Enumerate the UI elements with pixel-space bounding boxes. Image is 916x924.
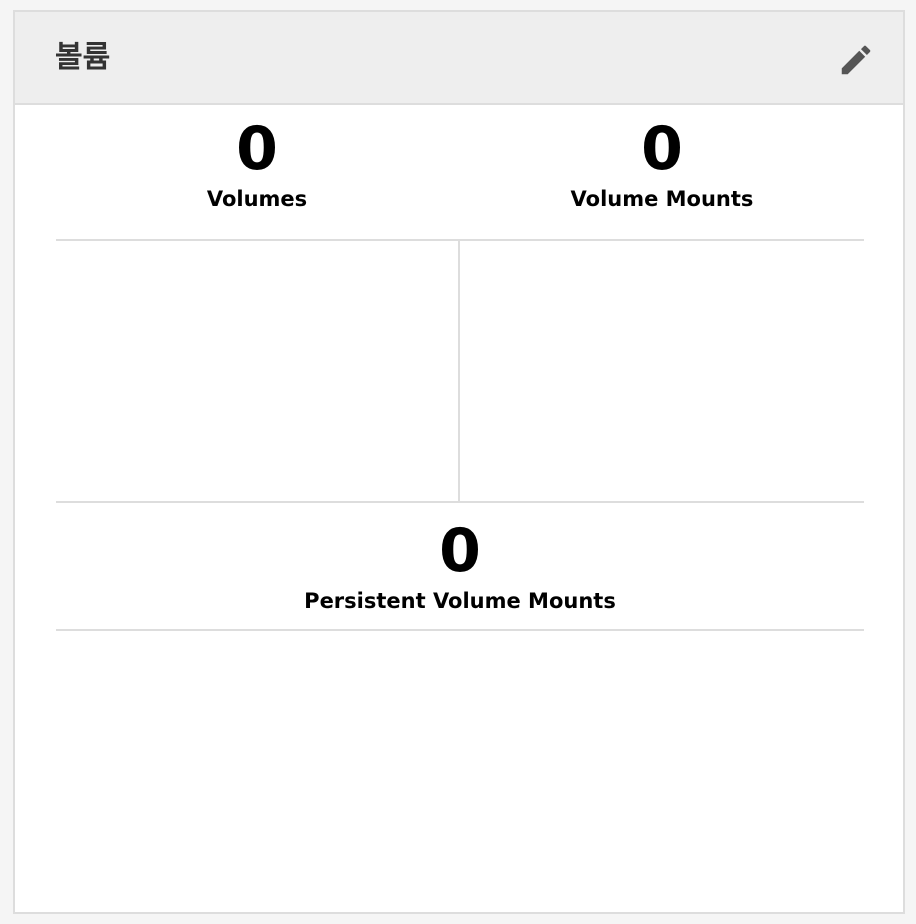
divider-middle <box>56 501 864 503</box>
stat-persistent-volume-mounts-label: Persistent Volume Mounts <box>304 589 616 613</box>
pencil-icon-svg <box>841 45 871 75</box>
stat-volume-mounts-value: 0 <box>641 114 683 184</box>
pencil-icon[interactable] <box>837 41 875 79</box>
stat-volumes-label: Volumes <box>206 187 308 211</box>
card-title: 볼륨 <box>55 40 111 75</box>
stat-volume-mounts: 0 Volume Mounts <box>460 118 864 212</box>
stat-volumes-value: 0 <box>236 114 278 184</box>
stat-volume-mounts-label: Volume Mounts <box>570 187 754 211</box>
stat-persistent-volume-mounts: 0 Persistent Volume Mounts <box>56 520 864 614</box>
stat-volumes: 0 Volumes <box>56 118 458 212</box>
volumes-card: 볼륨 0 Volumes 0 Volume Mounts 0 Persisten… <box>13 10 905 914</box>
volume-mounts-chart-panel <box>460 241 864 503</box>
stat-persistent-volume-mounts-value: 0 <box>439 516 481 586</box>
divider-bottom <box>56 629 864 631</box>
card-header: 볼륨 <box>15 12 903 105</box>
volumes-chart-panel <box>56 241 458 503</box>
